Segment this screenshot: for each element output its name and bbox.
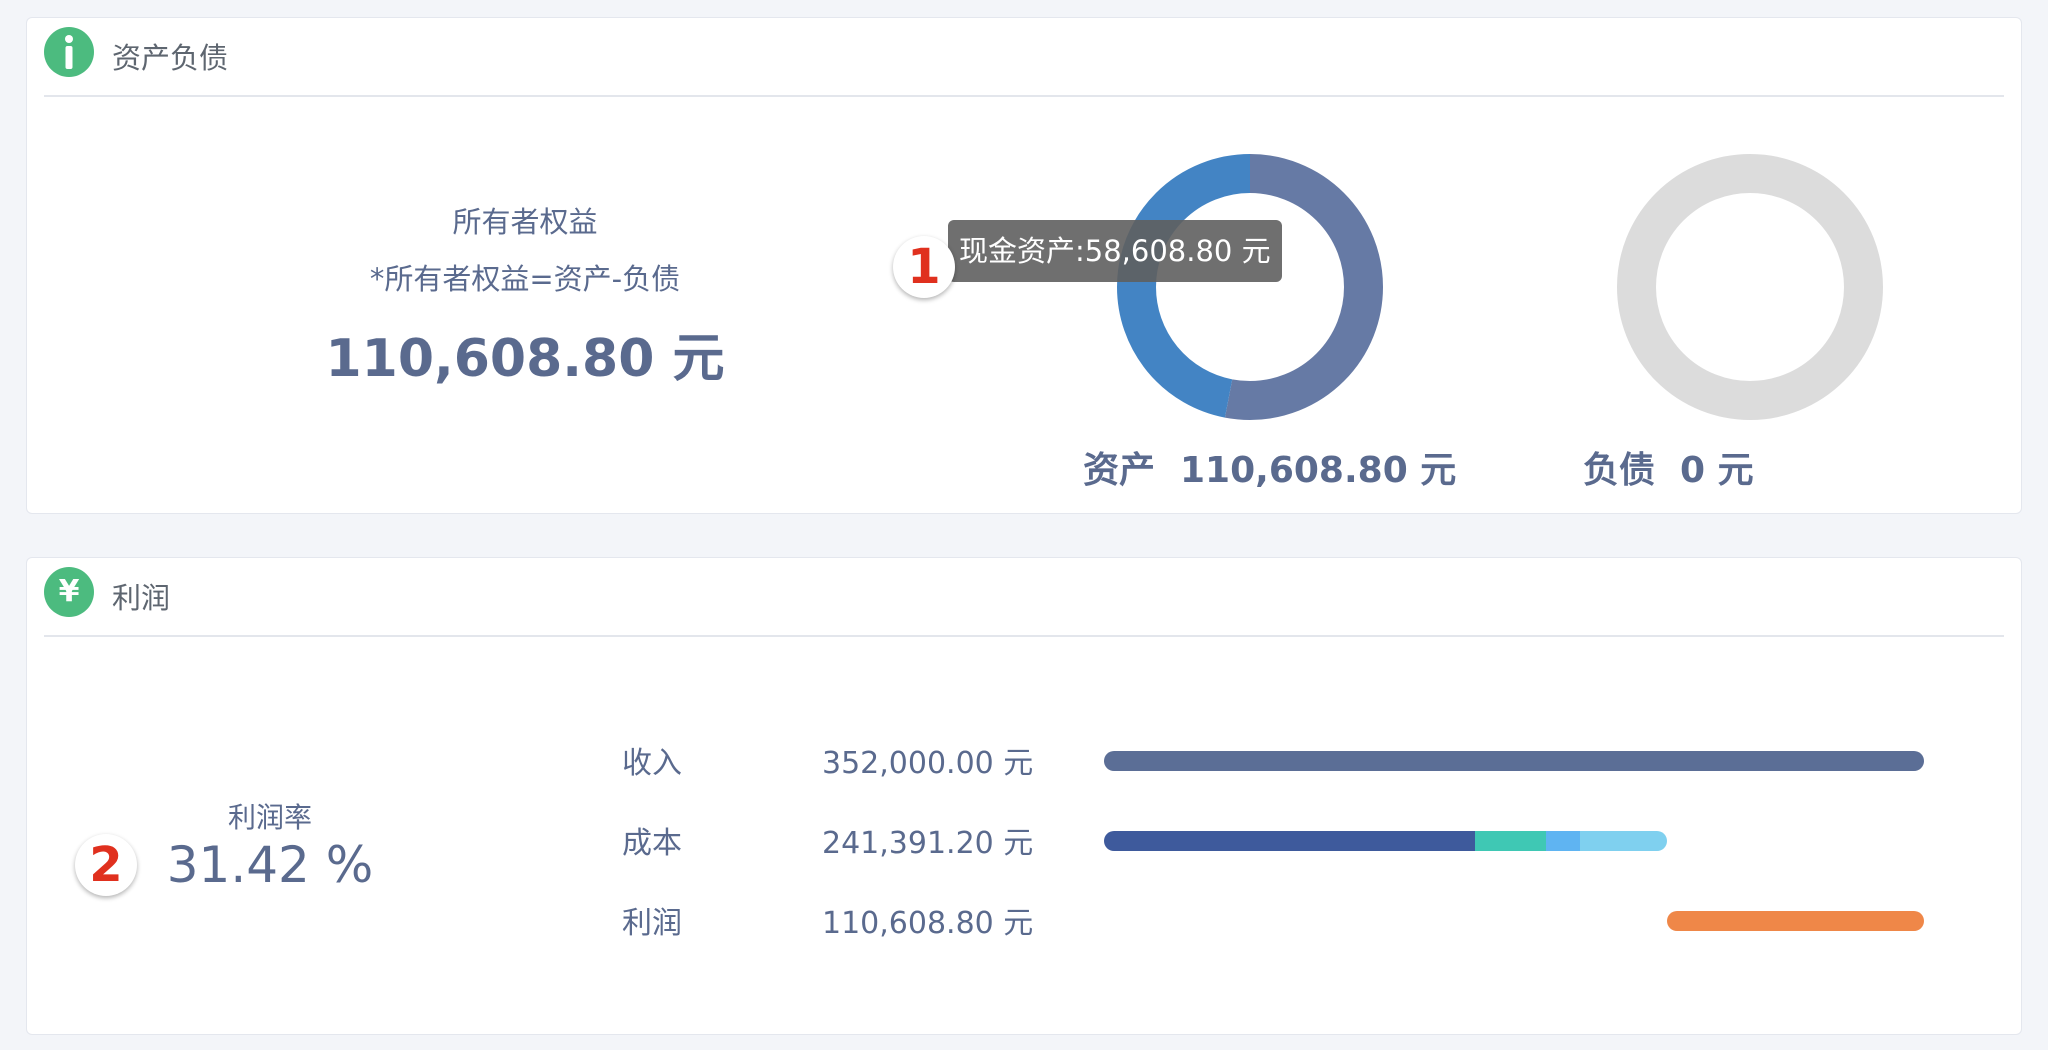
assets-value: 110,608.80 元 <box>1180 450 1457 491</box>
liabilities-donut-chart[interactable] <box>1615 152 1885 422</box>
equity-value: 110,608.80 元 <box>325 329 725 389</box>
equity-formula: *所有者权益=资产-负债 <box>369 262 681 296</box>
step-marker-1: 1 <box>893 236 955 298</box>
income-bar[interactable] <box>1104 751 1924 771</box>
cost-bar-segment[interactable] <box>1104 831 1475 851</box>
liabilities-empty-ring <box>1617 154 1883 420</box>
chart-tooltip: 现金资产:58,608.80 元 <box>948 220 1282 282</box>
liabilities-value: 0 元 <box>1680 450 1754 491</box>
cost-bar-segment[interactable] <box>1580 831 1667 851</box>
profit-panel-header: ¥ 利润 <box>44 558 2004 637</box>
step-marker-2: 2 <box>75 834 137 896</box>
equity-title: 所有者权益 <box>452 205 598 239</box>
profit-value: 110,608.80 元 <box>822 906 1034 941</box>
cost-bar[interactable] <box>1104 831 1667 851</box>
profit-rate-value: 31.42 % <box>166 836 374 894</box>
profit-label: 利润 <box>622 906 682 941</box>
assets-panel-title: 资产负债 <box>112 41 229 75</box>
profit-rate-label: 利润率 <box>227 801 312 834</box>
yen-icon: ¥ <box>44 567 94 617</box>
info-icon <box>44 27 94 77</box>
income-value: 352,000.00 元 <box>822 746 1034 781</box>
cost-bar-segment[interactable] <box>1546 831 1581 851</box>
assets-donut-chart[interactable] <box>1115 152 1385 422</box>
profit-panel-title: 利润 <box>112 581 171 615</box>
income-label: 收入 <box>622 746 682 781</box>
assets-label: 资产 <box>1083 450 1156 491</box>
cost-label: 成本 <box>622 826 682 861</box>
liabilities-label: 负债 <box>1583 450 1656 491</box>
cost-bar-segment[interactable] <box>1474 831 1547 851</box>
assets-panel-header: 资产负债 <box>44 18 2004 97</box>
cost-value: 241,391.20 元 <box>822 826 1034 861</box>
profit-bar[interactable] <box>1666 911 1924 931</box>
